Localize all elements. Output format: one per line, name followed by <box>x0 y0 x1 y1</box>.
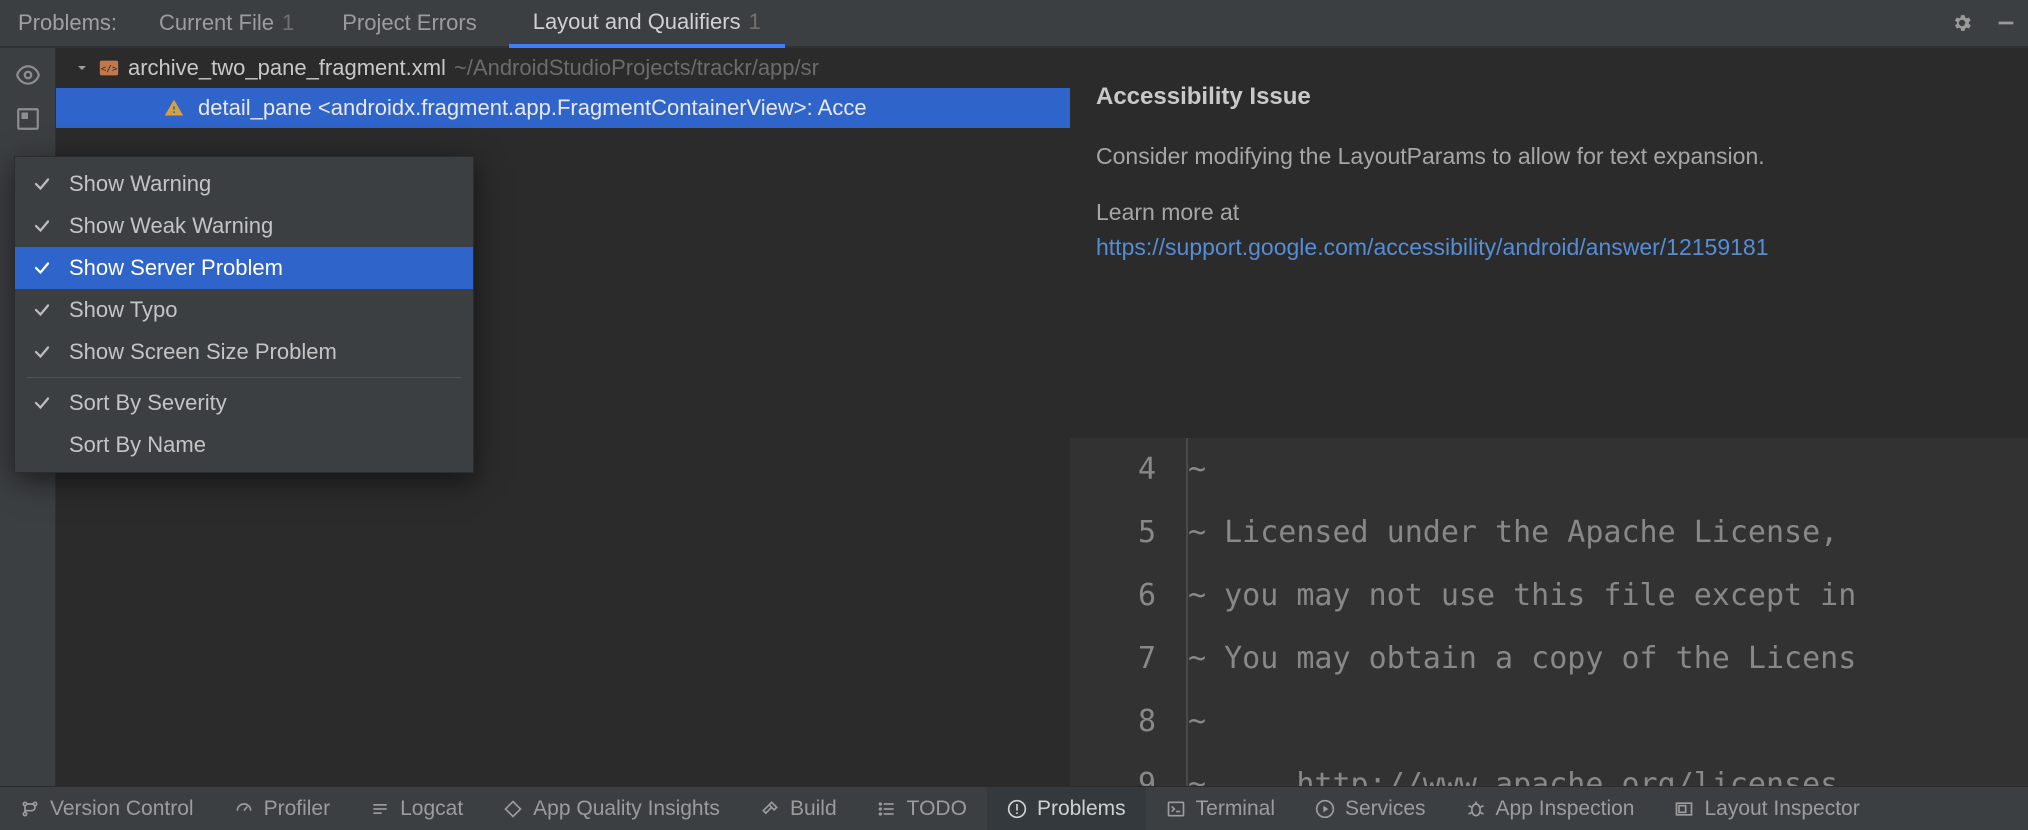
hammer-icon <box>760 799 780 819</box>
menu-item[interactable]: Show Server Problem <box>15 247 473 289</box>
toolwindow-build[interactable]: Build <box>740 787 857 830</box>
toolwindow-label: Build <box>790 797 837 821</box>
toolwindow-todo[interactable]: TODO <box>857 787 987 830</box>
tab-project-errors[interactable]: Project Errors <box>318 0 508 46</box>
filter-popup: Show Warning Show Weak Warning Show Server… <box>14 156 474 473</box>
tab-count: 1 <box>282 10 294 36</box>
learn-more-label: Learn more at <box>1096 199 1239 225</box>
toolwindow-app-quality-insights[interactable]: App Quality Insights <box>483 787 740 830</box>
check-icon <box>33 394 55 412</box>
bug-icon <box>1466 799 1486 819</box>
gauge-icon <box>234 799 254 819</box>
menu-item[interactable]: Sort By Severity <box>15 382 473 424</box>
chevron-down-icon <box>74 60 90 76</box>
xml-file-icon: </> <box>98 57 120 79</box>
toolwindow-profiler[interactable]: Profiler <box>214 787 351 830</box>
menu-item[interactable]: Show Weak Warning <box>15 205 473 247</box>
toolwindow-terminal[interactable]: Terminal <box>1146 787 1295 830</box>
settings-button[interactable] <box>1940 0 1984 46</box>
toolwindow-label: Logcat <box>400 797 463 821</box>
menu-item-label: Sort By Name <box>69 432 206 458</box>
inspections-view-icon[interactable] <box>15 62 41 88</box>
branch-icon <box>20 799 40 819</box>
file-row[interactable]: </> archive_two_pane_fragment.xml ~/Andr… <box>56 48 1070 88</box>
menu-item[interactable]: Sort By Name <box>15 424 473 466</box>
toolwindow-label: App Inspection <box>1496 797 1635 821</box>
issue-text: detail_pane <androidx.fragment.app.Fragm… <box>198 95 867 121</box>
detail-body: Consider modifying the LayoutParams to a… <box>1096 139 2002 175</box>
warn-icon <box>1007 799 1027 819</box>
diamond-icon <box>503 799 523 819</box>
toolwindow-label: TODO <box>907 797 967 821</box>
tab-count: 1 <box>749 9 761 35</box>
tab-current-file[interactable]: Current File 1 <box>135 0 318 46</box>
toolwindow-problems[interactable]: Problems <box>987 787 1146 830</box>
code-line: ~ You may obtain a copy of the Licens <box>1188 627 2028 690</box>
menu-item-label: Show Weak Warning <box>69 213 273 239</box>
check-icon <box>33 301 55 319</box>
play-icon <box>1315 799 1335 819</box>
toolwindow-app-inspection[interactable]: App Inspection <box>1446 787 1655 830</box>
toolwindow-label: Profiler <box>264 797 331 821</box>
toolwindow-label: Terminal <box>1196 797 1275 821</box>
tab-layout-qualifiers[interactable]: Layout and Qualifiers 1 <box>509 0 785 48</box>
check-icon <box>33 259 55 277</box>
gear-icon <box>1951 12 1973 34</box>
toolwindow-label: Problems <box>1037 797 1126 821</box>
toolwindow-services[interactable]: Services <box>1295 787 1446 830</box>
svg-text:</>: </> <box>101 64 118 75</box>
toolwindow-layout-inspector[interactable]: Layout Inspector <box>1654 787 1879 830</box>
detail-title: Accessibility Issue <box>1096 78 2002 115</box>
minimize-icon <box>1995 12 2017 34</box>
line-number-column: 456789 <box>1070 438 1186 786</box>
toolwindow-label: Version Control <box>50 797 194 821</box>
menu-item[interactable]: Show Screen Size Problem <box>15 331 473 373</box>
file-name: archive_two_pane_fragment.xml <box>128 55 446 81</box>
menu-item-label: Sort By Severity <box>69 390 227 416</box>
code-line: ~ <box>1188 438 2028 501</box>
line-number: 7 <box>1070 627 1156 690</box>
minimize-button[interactable] <box>1984 0 2028 46</box>
menu-item-label: Show Warning <box>69 171 211 197</box>
list-icon <box>877 799 897 819</box>
line-number: 4 <box>1070 438 1156 501</box>
file-path: ~/AndroidStudioProjects/trackr/app/sr <box>454 55 819 81</box>
line-number: 6 <box>1070 564 1156 627</box>
problems-label: Problems: <box>0 0 135 46</box>
toolwindow-version-control[interactable]: Version Control <box>0 787 214 830</box>
bottom-tool-strip: Version Control Profiler Logcat App Quality… <box>0 786 2028 830</box>
menu-item[interactable]: Show Typo <box>15 289 473 331</box>
toolwindow-logcat[interactable]: Logcat <box>350 787 483 830</box>
toolwindow-label: Services <box>1345 797 1426 821</box>
line-number: 5 <box>1070 501 1156 564</box>
toolwindow-label: Layout Inspector <box>1704 797 1859 821</box>
menu-item-label: Show Server Problem <box>69 255 283 281</box>
lines-icon <box>370 799 390 819</box>
term-icon <box>1166 799 1186 819</box>
tree-view-icon[interactable] <box>15 106 41 132</box>
menu-item-label: Show Screen Size Problem <box>69 339 337 365</box>
code-column: ~~ Licensed under the Apache License,~ y… <box>1188 438 2028 786</box>
tab-label: Current File <box>159 10 274 36</box>
menu-item-label: Show Typo <box>69 297 177 323</box>
tab-label: Layout and Qualifiers <box>533 9 741 35</box>
code-line: ~ Licensed under the Apache License, <box>1188 501 2028 564</box>
line-number: 8 <box>1070 690 1156 753</box>
check-icon <box>33 175 55 193</box>
issue-row[interactable]: detail_pane <androidx.fragment.app.Fragm… <box>56 88 1070 128</box>
warning-icon <box>164 98 184 118</box>
code-preview[interactable]: 456789 ~~ Licensed under the Apache Lice… <box>1070 438 2028 786</box>
code-line: ~ http://www.apache.org/licenses <box>1188 753 2028 786</box>
check-icon <box>33 343 55 361</box>
line-number: 9 <box>1070 753 1156 786</box>
tab-label: Project Errors <box>342 10 476 36</box>
check-icon <box>33 217 55 235</box>
issue-detail-panel: Accessibility Issue Consider modifying t… <box>1070 48 2028 786</box>
code-line: ~ <box>1188 690 2028 753</box>
toolwindow-label: App Quality Insights <box>533 797 720 821</box>
menu-item[interactable]: Show Warning <box>15 163 473 205</box>
learn-more-link[interactable]: https://support.google.com/accessibility… <box>1096 234 1769 260</box>
layout-icon <box>1674 799 1694 819</box>
code-line: ~ you may not use this file except in <box>1188 564 2028 627</box>
